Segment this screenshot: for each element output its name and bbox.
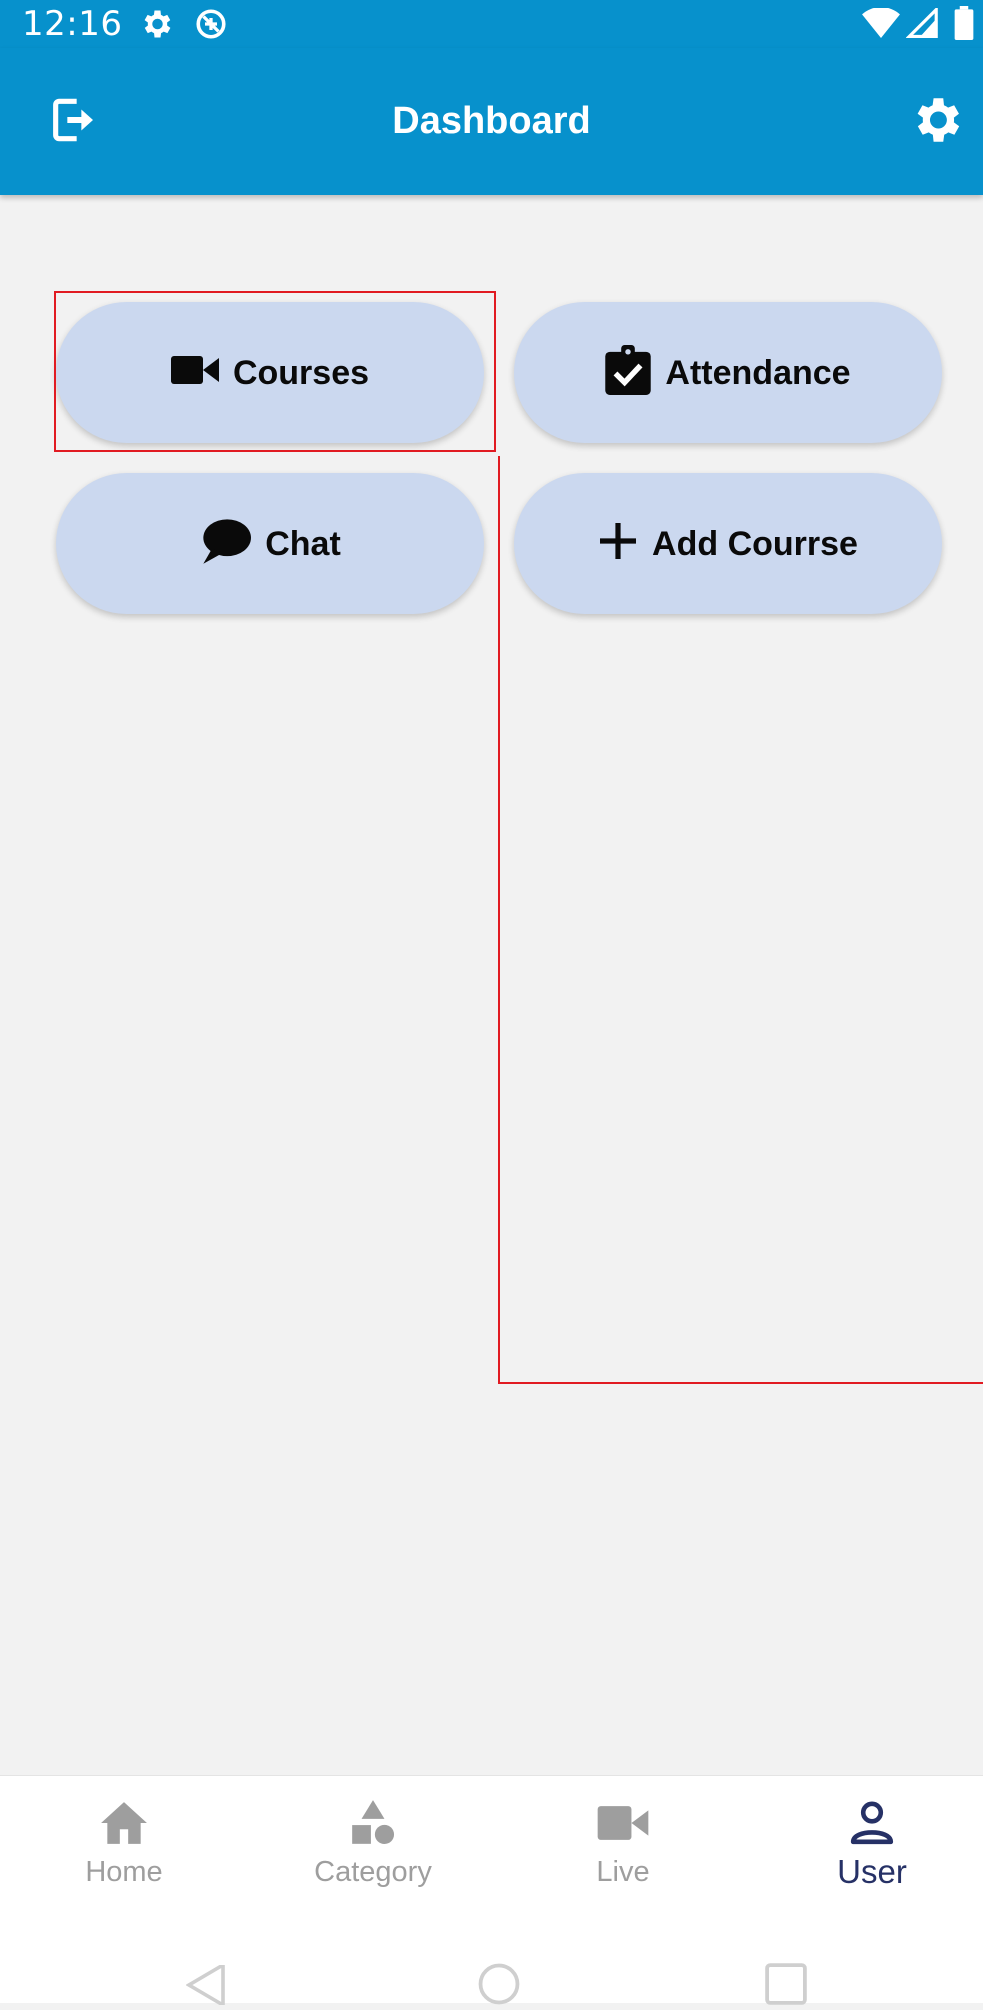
back-icon[interactable] (185, 1961, 228, 2010)
add-course-button[interactable]: Add Courrse (514, 473, 942, 614)
nav-item-user[interactable]: User (772, 1796, 972, 1906)
nav-label-user: User (837, 1853, 907, 1890)
attendance-button[interactable]: Attendance (514, 302, 942, 443)
nav-item-category[interactable]: Category (273, 1796, 473, 1906)
highlight-line-horizontal (498, 1382, 983, 1384)
video-camera-icon (170, 352, 219, 393)
courses-label: Courses (232, 353, 370, 392)
settings-icon (907, 91, 965, 154)
nav-item-live[interactable]: Live (523, 1796, 723, 1906)
courses-button[interactable]: Courses (56, 302, 484, 443)
chat-bubble-icon (199, 518, 252, 569)
home-icon (24, 1796, 224, 1850)
battery-icon (953, 6, 975, 45)
settings-icon (138, 6, 174, 47)
page-title: Dashboard (392, 100, 591, 142)
wifi-icon (862, 7, 900, 43)
nav-label-category: Category (314, 1856, 432, 1888)
add-course-label: Add Courrse (652, 524, 858, 563)
status-time: 12:16 (22, 4, 123, 44)
attendance-label: Attendance (665, 353, 851, 392)
video-camera-icon (523, 1796, 723, 1850)
nav-item-home[interactable]: Home (24, 1796, 224, 1906)
highlight-line-vertical (498, 456, 500, 1384)
plus-icon (598, 521, 638, 566)
signal-icon (905, 5, 938, 43)
settings-button[interactable] (896, 82, 976, 162)
chat-label: Chat (265, 524, 341, 563)
data-saver-icon (192, 6, 230, 47)
system-nav-bar (0, 1935, 983, 2009)
category-icon (273, 1796, 473, 1850)
status-bar: 12:16 (0, 0, 983, 48)
nav-label-home: Home (85, 1856, 163, 1888)
chat-button[interactable]: Chat (56, 473, 484, 614)
clipboard-check-icon (605, 345, 652, 400)
nav-label-live: Live (596, 1856, 650, 1888)
bottom-nav: Home Category Live User (0, 1775, 983, 1936)
user-icon (772, 1796, 972, 1850)
app-bar: Dashboard (0, 48, 983, 195)
